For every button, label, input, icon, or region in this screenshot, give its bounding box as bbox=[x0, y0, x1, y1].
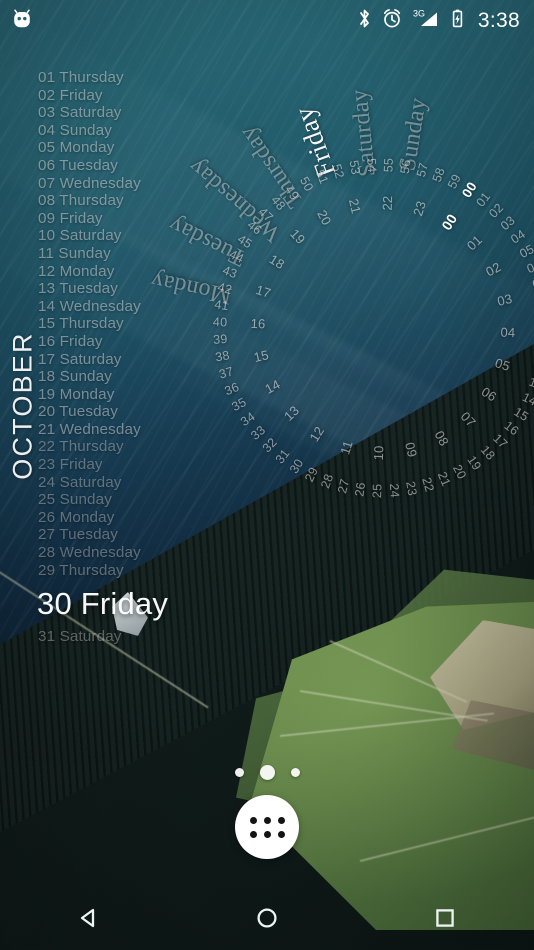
calendar-day-list[interactable]: 01 Thursday 02 Friday 03 Saturday 04 Sunday… bbox=[37, 69, 238, 646]
svg-text:3G: 3G bbox=[413, 9, 425, 19]
apps-grid-icon bbox=[249, 816, 285, 838]
app-drawer-button[interactable] bbox=[235, 795, 299, 859]
calendar-day[interactable]: 27 Tuesday bbox=[38, 526, 238, 544]
signal-3g-icon: 3G bbox=[413, 8, 440, 34]
calendar-day[interactable]: 04 Sunday bbox=[38, 122, 238, 140]
calendar-day[interactable]: 14 Wednesday bbox=[38, 298, 238, 316]
status-bar[interactable]: 3G 3:38 bbox=[0, 0, 534, 42]
calendar-day[interactable]: 17 Saturday bbox=[38, 351, 238, 369]
page-dot[interactable] bbox=[290, 768, 300, 777]
navigation-bar[interactable] bbox=[0, 886, 534, 950]
calendar-day[interactable]: 20 Tuesday bbox=[38, 403, 238, 421]
calendar-day[interactable]: 29 Thursday bbox=[38, 562, 238, 580]
page-dot[interactable] bbox=[234, 768, 244, 777]
calendar-day[interactable]: 12 Monday bbox=[38, 263, 238, 281]
nav-back-button[interactable] bbox=[57, 886, 121, 950]
page-indicator[interactable] bbox=[0, 765, 534, 780]
calendar-day[interactable]: 15 Thursday bbox=[38, 315, 238, 333]
calendar-day[interactable]: 08 Thursday bbox=[38, 192, 238, 210]
calendar-day[interactable]: 28 Wednesday bbox=[38, 544, 238, 562]
calendar-day[interactable]: 25 Sunday bbox=[38, 491, 238, 509]
calendar-day[interactable]: 26 Monday bbox=[38, 509, 238, 527]
calendar-day[interactable]: 01 Thursday bbox=[38, 69, 238, 87]
back-triangle-icon bbox=[80, 908, 95, 928]
calendar-month-label: OCTOBER bbox=[7, 331, 38, 480]
calendar-day[interactable]: 21 Wednesday bbox=[38, 421, 238, 439]
calendar-day[interactable]: 09 Friday bbox=[38, 210, 238, 228]
calendar-day[interactable]: 10 Saturday bbox=[38, 227, 238, 245]
calendar-day[interactable]: 24 Saturday bbox=[38, 474, 238, 492]
alarm-icon bbox=[382, 8, 402, 34]
calendar-day[interactable]: 23 Friday bbox=[38, 456, 238, 474]
calendar-day[interactable]: 31 Saturday bbox=[38, 628, 238, 646]
calendar-day[interactable]: 07 Wednesday bbox=[38, 175, 238, 193]
calendar-day[interactable]: 19 Monday bbox=[38, 386, 238, 404]
calendar-day[interactable]: 18 Sunday bbox=[38, 368, 238, 386]
calendar-day[interactable]: 13 Tuesday bbox=[38, 280, 238, 298]
calendar-day[interactable]: 02 Friday bbox=[38, 87, 238, 105]
android-mascot-icon bbox=[12, 8, 32, 34]
home-circle-icon bbox=[257, 908, 277, 928]
battery-charging-icon bbox=[451, 8, 464, 34]
status-bar-clock: 3:38 bbox=[477, 9, 520, 32]
nav-home-button[interactable] bbox=[235, 886, 299, 950]
calendar-day[interactable]: 11 Sunday bbox=[38, 245, 238, 263]
calendar-day-selected[interactable]: 30 Friday bbox=[37, 582, 238, 626]
status-bar-icons: 3G 3:38 bbox=[358, 8, 520, 34]
calendar-day[interactable]: 16 Friday bbox=[38, 333, 238, 351]
calendar-day[interactable]: 05 Monday bbox=[38, 139, 238, 157]
page-dot-active[interactable] bbox=[259, 765, 275, 780]
recents-square-icon bbox=[436, 909, 454, 927]
calendar-day[interactable]: 06 Tuesday bbox=[38, 157, 238, 175]
nav-recents-button[interactable] bbox=[413, 886, 477, 950]
calendar-day[interactable]: 22 Thursday bbox=[38, 438, 238, 456]
bluetooth-icon bbox=[358, 8, 371, 34]
calendar-day[interactable]: 03 Saturday bbox=[38, 104, 238, 122]
status-bar-notifications[interactable] bbox=[12, 8, 358, 34]
